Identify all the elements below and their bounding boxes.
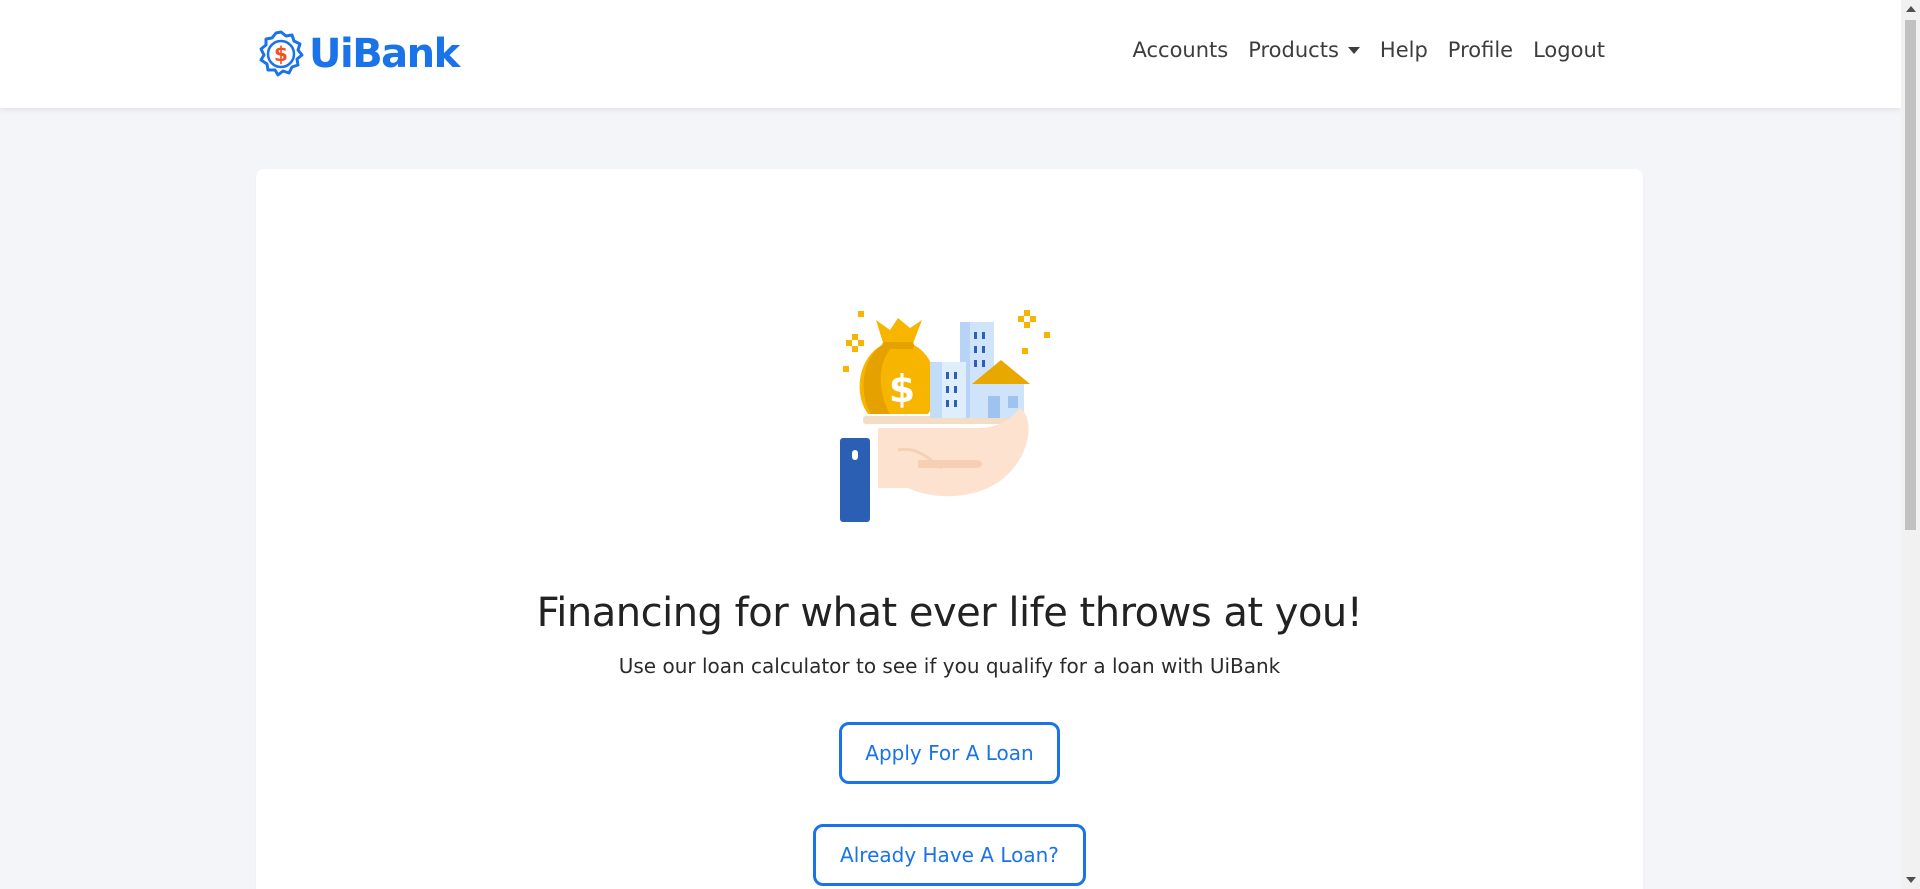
already-have-loan-button[interactable]: Already Have A Loan? (813, 824, 1086, 886)
svg-text:$: $ (274, 42, 288, 66)
brand-logo-link[interactable]: $ UiBank (257, 28, 460, 80)
dollar-badge-icon: $ (259, 30, 304, 77)
caret-down-icon (1347, 46, 1360, 54)
nav-item-products-label: Products (1248, 38, 1339, 62)
scroll-down-arrow-icon[interactable] (1906, 877, 1916, 883)
nav-item-products[interactable]: Products (1238, 38, 1370, 62)
loan-hand-money-bag-buildings-icon: $ (840, 310, 1050, 522)
hero-subtitle: Use our loan calculator to see if you qu… (618, 654, 1281, 678)
brand-name: UiBank (309, 31, 460, 77)
nav-item-logout[interactable]: Logout (1523, 38, 1615, 62)
nav-item-accounts[interactable]: Accounts (1122, 38, 1238, 62)
top-navbar: $ UiBank Accounts Products Help Profile … (0, 0, 1901, 108)
hero-title: Financing for what ever life throws at y… (536, 590, 1363, 636)
apply-for-loan-button[interactable]: Apply For A Loan (839, 722, 1060, 784)
nav-item-help[interactable]: Help (1370, 38, 1438, 62)
main-nav: Accounts Products Help Profile Logout (1122, 38, 1615, 62)
nav-item-profile[interactable]: Profile (1438, 38, 1523, 62)
svg-text:$: $ (889, 367, 915, 411)
scroll-up-arrow-icon[interactable] (1906, 6, 1916, 12)
vertical-scrollbar[interactable] (1901, 0, 1920, 889)
scrollbar-thumb[interactable] (1905, 20, 1916, 530)
